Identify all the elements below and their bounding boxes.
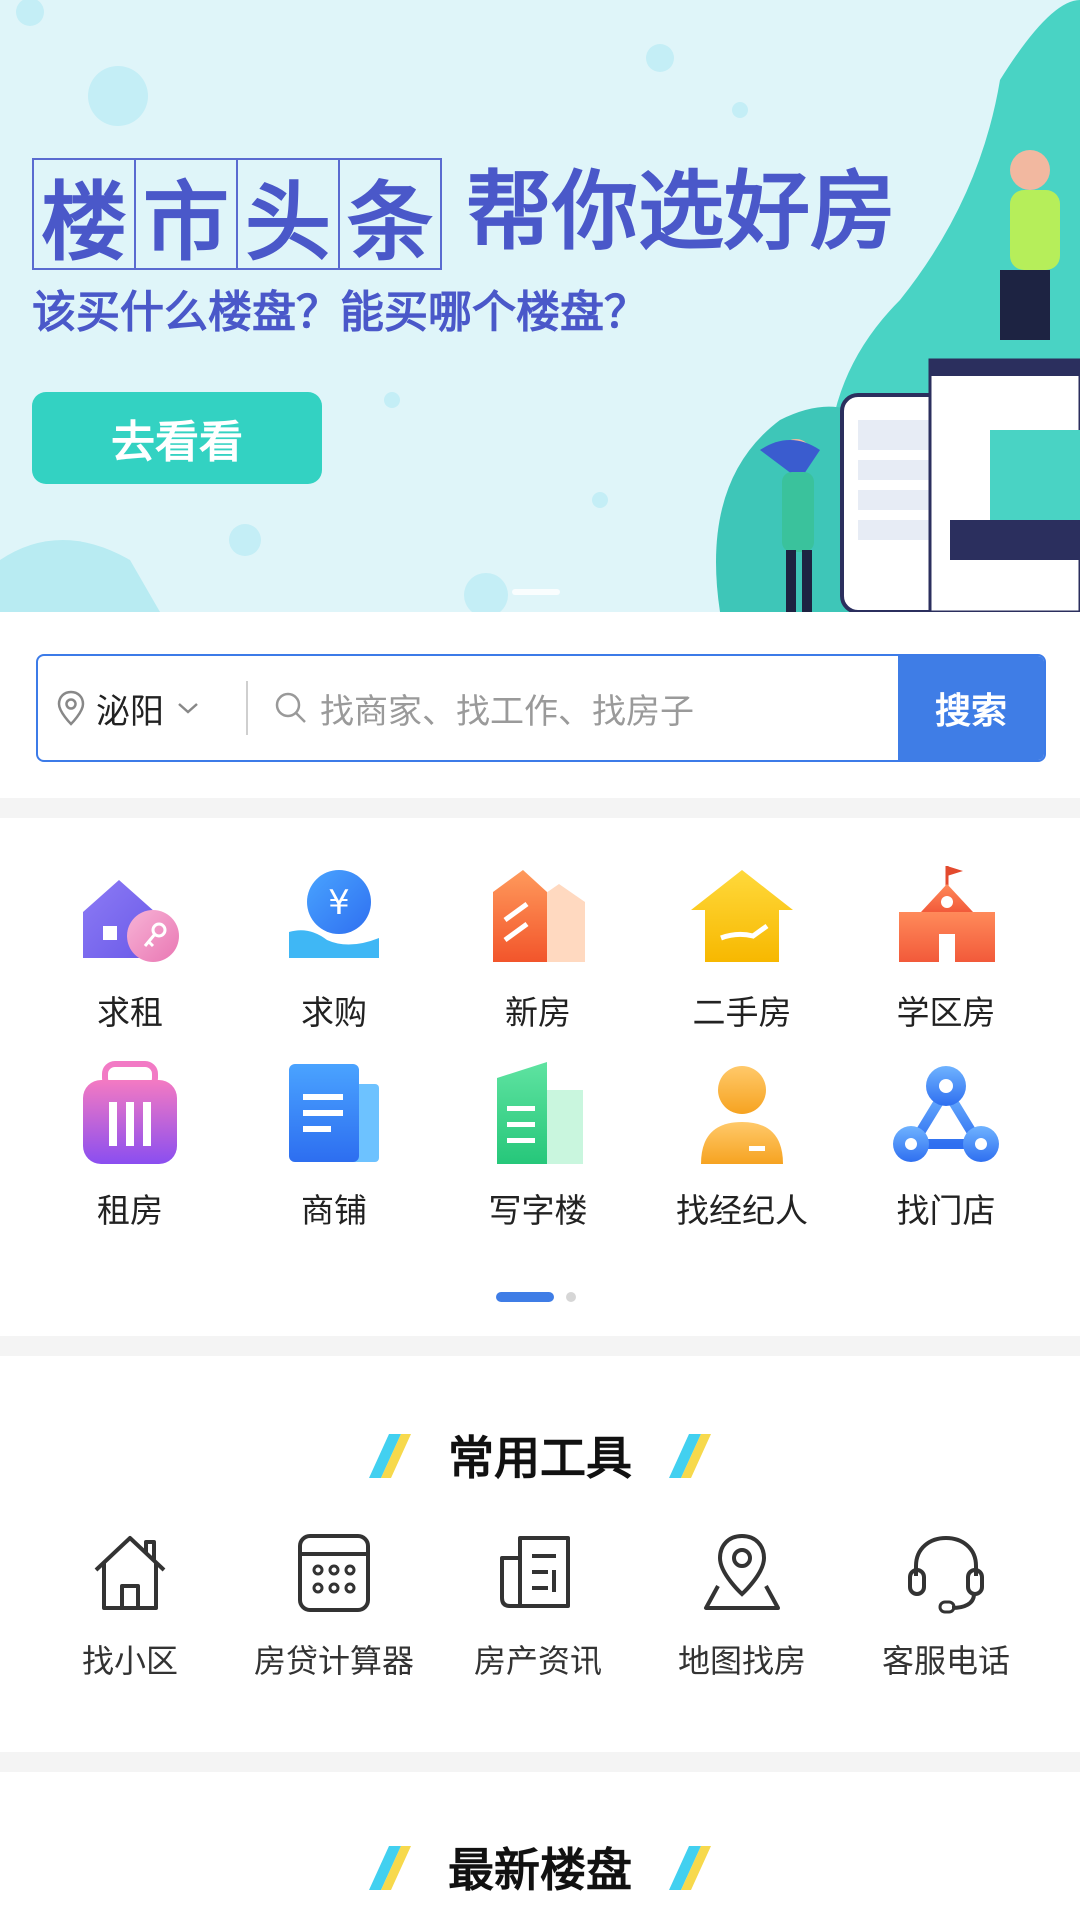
page-dot (566, 1291, 576, 1302)
banner-cta-button[interactable]: 去看看 (32, 392, 322, 484)
agent-icon (701, 1066, 783, 1164)
slash-decoration-icon (669, 1846, 712, 1890)
category-label: 新房 (505, 993, 571, 1032)
banner-title-char: 楼 (32, 158, 136, 273)
location-pin-icon (57, 690, 85, 726)
tools-section-header: 常用工具 (0, 1422, 1080, 1488)
tool-label: 地图找房 (677, 1642, 806, 1680)
banner-title-tail: 帮你选好房 (466, 162, 896, 262)
category-label: 找门店 (896, 1191, 996, 1230)
office-building-icon (497, 1062, 583, 1164)
banner-title-char: 头 (236, 158, 340, 273)
category-shangpu[interactable]: 商铺 (232, 1060, 436, 1232)
search-input[interactable]: 找商家、找工作、找房子 (248, 684, 898, 733)
tools-section-title: 常用工具 (448, 1431, 632, 1485)
city-selector[interactable]: 泌阳 (38, 684, 246, 733)
banner-pagination (512, 580, 560, 599)
category-qiuzu[interactable]: 求租 (28, 862, 232, 1034)
tool-label: 房贷计算器 (253, 1642, 414, 1680)
svg-text:¥: ¥ (328, 883, 350, 923)
tool-map-search[interactable]: 地图找房 (640, 1530, 844, 1682)
slash-decoration-icon (368, 1434, 411, 1478)
banner-dot-active (512, 589, 560, 595)
banner-title-char: 条 (338, 158, 442, 273)
promo-banner[interactable]: 楼 市 头 条 帮你选好房 该买什么楼盘？能买哪个楼盘？ 去看看 (0, 0, 1080, 612)
section-divider (0, 1336, 1080, 1356)
luggage-icon (83, 1061, 177, 1164)
new-house-icon (493, 870, 585, 962)
tool-label: 找小区 (81, 1642, 178, 1680)
category-zhaojingjiren[interactable]: 找经纪人 (640, 1060, 844, 1232)
category-label: 找经纪人 (676, 1191, 808, 1230)
latest-section-header: 最新楼盘 (0, 1834, 1080, 1900)
banner-subtitle: 该买什么楼盘？能买哪个楼盘？ (32, 287, 648, 338)
category-label: 租房 (97, 1191, 163, 1230)
chevron-down-icon (178, 703, 198, 714)
shop-doc-icon (289, 1064, 379, 1162)
search-bar: 泌阳 找商家、找工作、找房子 搜索 (36, 654, 1046, 762)
category-label: 写字楼 (488, 1191, 588, 1230)
tool-mortgage-calculator[interactable]: 房贷计算器 (232, 1530, 436, 1682)
category-pagination (496, 1286, 576, 1305)
slash-decoration-icon (368, 1846, 411, 1890)
latest-section-title: 最新楼盘 (448, 1843, 632, 1897)
tool-find-community[interactable]: 找小区 (28, 1530, 232, 1682)
tool-customer-service[interactable]: 客服电话 (844, 1530, 1048, 1682)
section-divider (0, 1752, 1080, 1772)
search-placeholder: 找商家、找工作、找房子 (320, 691, 694, 732)
store-network-icon (893, 1066, 999, 1162)
news-icon (500, 1536, 570, 1608)
category-xiezilou[interactable]: 写字楼 (436, 1060, 640, 1232)
school-icon (899, 866, 995, 962)
category-label: 商铺 (301, 1191, 367, 1230)
tool-label: 客服电话 (881, 1642, 1010, 1680)
headset-icon (908, 1535, 984, 1614)
house-outline-icon (94, 1536, 166, 1610)
category-label: 学区房 (896, 993, 996, 1032)
category-xinfang[interactable]: 新房 (436, 862, 640, 1034)
city-label: 泌阳 (96, 691, 164, 732)
yuan-hand-icon: ¥ (289, 870, 379, 958)
search-icon (275, 692, 306, 723)
category-qiugou[interactable]: ¥ 求购 (232, 862, 436, 1034)
category-label: 求购 (301, 993, 367, 1032)
tool-real-estate-news[interactable]: 房产资讯 (436, 1530, 640, 1682)
category-zhaomendian[interactable]: 找门店 (844, 1060, 1048, 1232)
tool-label: 房产资讯 (473, 1642, 602, 1680)
section-divider (0, 798, 1080, 818)
house-key-icon (83, 880, 179, 962)
map-pin-icon (704, 1533, 780, 1610)
slash-decoration-icon (669, 1434, 712, 1478)
category-label: 二手房 (692, 993, 792, 1032)
category-ershoufang[interactable]: 二手房 (640, 862, 844, 1034)
banner-title-char: 市 (134, 158, 238, 273)
page-dot-active (496, 1291, 554, 1302)
second-hand-house-icon (691, 870, 793, 962)
category-xuequfang[interactable]: 学区房 (844, 862, 1048, 1034)
category-label: 求租 (97, 993, 163, 1032)
banner-title: 楼 市 头 条 帮你选好房 (32, 158, 896, 273)
calculator-icon (298, 1534, 370, 1612)
category-zufang[interactable]: 租房 (28, 1060, 232, 1232)
search-button[interactable]: 搜索 (898, 656, 1044, 760)
